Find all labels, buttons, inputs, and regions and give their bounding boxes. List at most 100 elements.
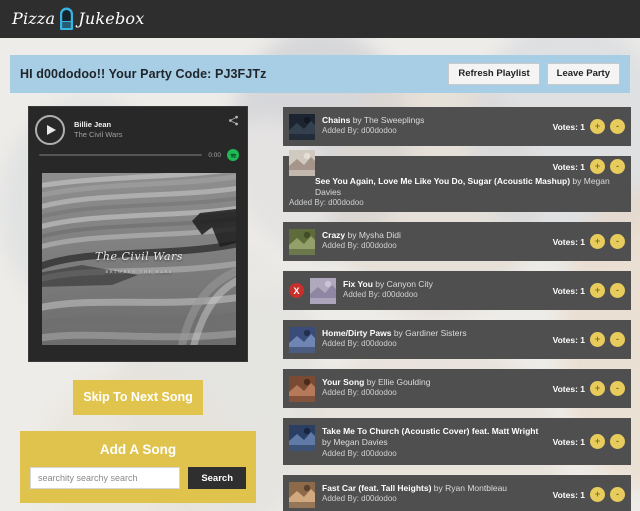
song-text: Home/Dirty Paws by Gardiner Sisters Added…: [322, 327, 467, 350]
top-navbar: Pizza Jukebox: [0, 0, 640, 38]
song-text: Crazy by Mysha Didi Added By: d00dodoo: [322, 229, 401, 252]
brand-name-right: Jukebox: [78, 9, 145, 28]
refresh-playlist-button[interactable]: Refresh Playlist: [448, 63, 540, 85]
song-added-by: Added By: d00dodoo: [322, 125, 397, 135]
album-thumbnail: [289, 113, 315, 140]
vote-controls: Votes: 1 + -: [553, 159, 625, 174]
upvote-button[interactable]: +: [590, 487, 605, 503]
album-thumbnail: [289, 375, 315, 402]
downvote-button[interactable]: -: [610, 159, 625, 174]
song-text: Fix You by Canyon City Added By: d00dodoo: [343, 278, 433, 301]
play-button[interactable]: [35, 115, 65, 145]
song-title: Take Me To Church (Acoustic Cover) feat.…: [322, 425, 539, 448]
table-row[interactable]: X Fix You by Canyon City Added By: d00dodo…: [283, 271, 631, 311]
song-top-row: Votes: 1 + -: [289, 150, 625, 176]
song-added-by: Added By: d00dodoo: [322, 494, 397, 504]
song-info: Take Me To Church (Acoustic Cover) feat.…: [289, 424, 545, 460]
song-info: Fast Car (feat. Tall Heights) by Ryan Mo…: [289, 481, 545, 508]
song-added-by: Added By: d00dodoo: [322, 388, 397, 398]
upvote-button[interactable]: +: [590, 434, 605, 450]
upvote-button[interactable]: +: [590, 283, 605, 299]
brand-name-left: Pizza: [12, 9, 56, 28]
downvote-button[interactable]: -: [610, 119, 625, 134]
banner-actions: Refresh Playlist Leave Party: [448, 63, 620, 85]
add-a-song-panel: Add A Song Search: [20, 430, 256, 503]
song-info: Home/Dirty Paws by Gardiner Sisters Added…: [289, 326, 545, 353]
search-input[interactable]: [30, 467, 181, 489]
play-icon: [47, 125, 56, 135]
song-text: Take Me To Church (Acoustic Cover) feat.…: [322, 425, 545, 460]
album-art-title: The Civil Wars: [95, 250, 183, 264]
song-title: Fix You by Canyon City: [343, 278, 433, 289]
search-button[interactable]: Search: [188, 467, 246, 489]
table-row[interactable]: Fast Car (feat. Tall Heights) by Ryan Mo…: [283, 475, 631, 511]
song-title: See You Again, Love Me Like You Do, Suga…: [315, 176, 610, 198]
song-title: Your Song by Ellie Goulding: [322, 376, 431, 387]
vote-count: Votes: 1: [552, 121, 585, 132]
brand-logo[interactable]: Pizza Jukebox: [12, 7, 144, 31]
song-added-by: Added By: d00dodoo: [322, 339, 397, 349]
table-row[interactable]: Take Me To Church (Acoustic Cover) feat.…: [283, 418, 631, 466]
song-text: Fast Car (feat. Tall Heights) by Ryan Mo…: [322, 482, 507, 505]
downvote-button[interactable]: -: [610, 283, 625, 299]
song-added-by: Added By: d00dodoo: [289, 198, 364, 208]
table-row[interactable]: Chains by The Sweeplings Added By: d00dod…: [283, 107, 631, 146]
album-art: The Civil Wars BETWEEN THE BARS: [42, 173, 236, 345]
share-icon[interactable]: [228, 115, 239, 126]
progress-bar[interactable]: [39, 154, 203, 156]
upvote-button[interactable]: +: [590, 332, 605, 348]
song-info: Chains by The Sweeplings Added By: d00dod…: [289, 113, 545, 140]
party-code-title: HI d00dodoo!! Your Party Code: PJ3FJTz: [20, 67, 267, 81]
table-row[interactable]: Your Song by Ellie Goulding Added By: d00…: [283, 369, 631, 409]
song-added-by: Added By: d00dodoo: [343, 290, 418, 300]
album-thumbnail: [310, 277, 336, 304]
downvote-button[interactable]: -: [610, 487, 625, 503]
vote-controls: Votes: 1 + -: [552, 487, 625, 503]
song-title: Home/Dirty Paws by Gardiner Sisters: [322, 327, 467, 338]
table-row[interactable]: Votes: 1 + - See You Again, Love Me Like Yo…: [283, 150, 631, 213]
song-title: Chains by The Sweeplings: [322, 114, 425, 125]
vote-controls: Votes: 1 + -: [553, 283, 625, 299]
upvote-button[interactable]: +: [590, 381, 605, 397]
vote-count: Votes: 1: [552, 489, 585, 500]
song-text: Your Song by Ellie Goulding Added By: d00…: [322, 376, 431, 399]
vote-controls: Votes: 1 + -: [552, 381, 625, 397]
album-thumbnail: [289, 481, 315, 508]
album-thumbnail: [289, 150, 315, 176]
album-thumbnail: [289, 326, 315, 353]
party-banner: HI d00dodoo!! Your Party Code: PJ3FJTz R…: [10, 55, 630, 93]
vote-count: Votes: 1: [552, 436, 585, 447]
vote-controls: Votes: 1 + -: [552, 332, 625, 348]
vote-count: Votes: 1: [552, 383, 585, 394]
table-row[interactable]: Crazy by Mysha Didi Added By: d00dodoo Vot…: [283, 222, 631, 262]
jukebox-icon: [60, 7, 74, 31]
vote-count: Votes: 1: [552, 334, 585, 345]
song-added-by: Added By: d00dodoo: [322, 448, 397, 458]
downvote-button[interactable]: -: [610, 332, 625, 348]
downvote-button[interactable]: -: [610, 434, 625, 450]
upvote-button[interactable]: +: [590, 119, 605, 134]
playlist: Chains by The Sweeplings Added By: d00dod…: [283, 107, 631, 511]
downvote-button[interactable]: -: [610, 234, 625, 250]
add-a-song-title: Add A Song: [99, 441, 177, 457]
song-title: Crazy by Mysha Didi: [322, 229, 401, 240]
spotify-player[interactable]: Billie Jean The Civil Wars 0:00 The Civi…: [28, 106, 248, 362]
album-thumbnail: [289, 228, 315, 255]
delete-song-button[interactable]: X: [289, 283, 304, 299]
vote-controls: Votes: 1 + -: [553, 234, 625, 250]
upvote-button[interactable]: +: [590, 234, 605, 250]
player-header: Billie Jean The Civil Wars: [29, 107, 247, 153]
player-meta: Billie Jean The Civil Wars: [74, 120, 122, 140]
add-a-song-row: Search: [30, 467, 246, 489]
vote-count: Votes: 1: [552, 161, 585, 172]
skip-to-next-song-button[interactable]: Skip To Next Song: [73, 380, 203, 415]
table-row[interactable]: Home/Dirty Paws by Gardiner Sisters Added…: [283, 320, 631, 360]
vote-controls: Votes: 1 + -: [552, 434, 625, 450]
leave-party-button[interactable]: Leave Party: [546, 63, 620, 85]
vote-controls: Votes: 1 + -: [553, 119, 625, 134]
downvote-button[interactable]: -: [610, 381, 625, 397]
app-page: Pizza Jukebox HI d00dodoo!! Your Party C…: [0, 0, 640, 511]
album-thumbnail: [289, 424, 315, 451]
upvote-button[interactable]: +: [590, 159, 605, 174]
song-text: Chains by The Sweeplings Added By: d00dod…: [322, 114, 424, 137]
